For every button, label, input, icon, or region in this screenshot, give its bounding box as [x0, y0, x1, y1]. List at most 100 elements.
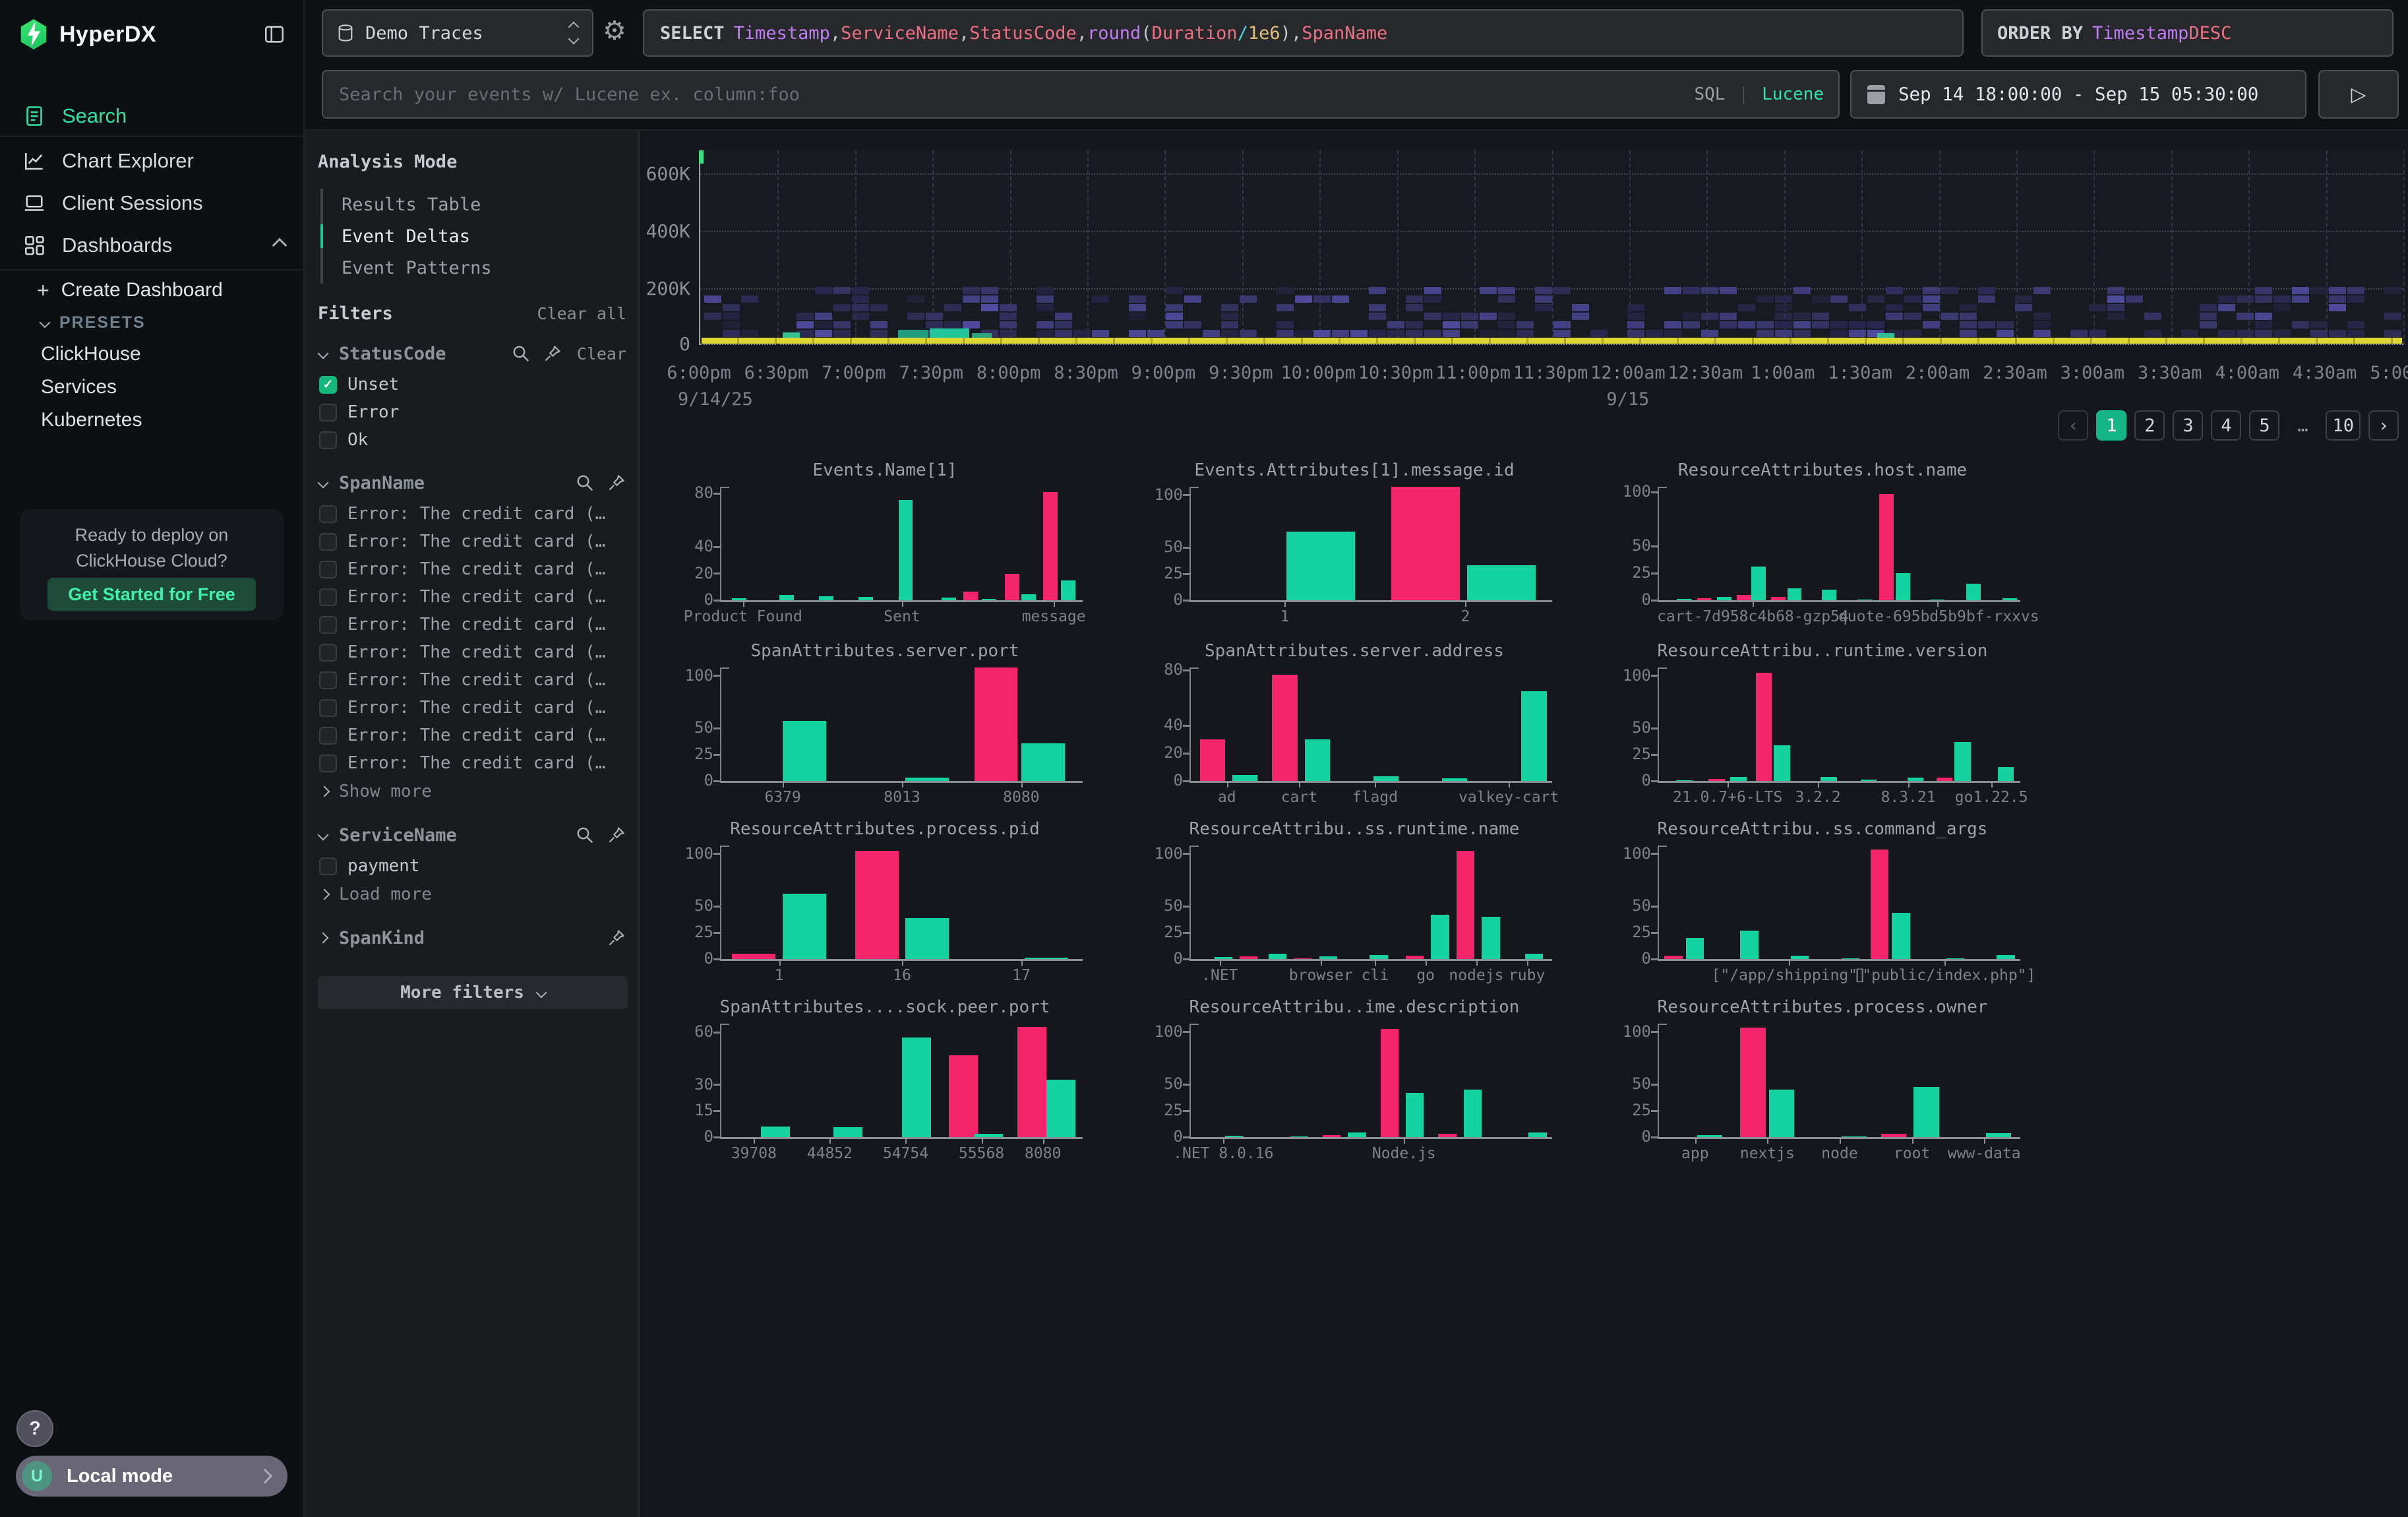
chevron-down-icon[interactable] [318, 478, 329, 489]
chart-bar [1272, 675, 1297, 782]
chart-bar [779, 595, 794, 600]
query-token: ) [1280, 23, 1291, 44]
page-button-2[interactable]: 2 [2134, 410, 2165, 441]
checkbox-unchecked[interactable] [319, 699, 337, 717]
filter-option[interactable]: ✓Unset [305, 371, 638, 398]
pin-icon[interactable] [543, 344, 562, 363]
filter-group-name[interactable]: StatusCode [339, 344, 499, 364]
filter-option[interactable]: Error: The credit card (… [305, 611, 638, 638]
chevron-down-icon[interactable] [318, 830, 329, 841]
filter-option[interactable]: Error: The credit card (… [305, 722, 638, 749]
search-icon[interactable] [511, 344, 531, 363]
heatmap-cell [1295, 330, 1312, 337]
checkbox-unchecked[interactable] [319, 857, 337, 875]
filter-option[interactable]: Error: The credit card (… [305, 638, 638, 666]
mode-toggle-sql[interactable]: SQL [1694, 84, 1725, 104]
filter-group-name[interactable]: ServiceName [339, 825, 563, 846]
sidebar-item-services[interactable]: Services [0, 371, 303, 404]
sidebar-item-search[interactable]: Search [0, 99, 303, 133]
checkbox-unchecked[interactable] [319, 616, 337, 634]
checkbox-checked[interactable]: ✓ [319, 376, 337, 394]
filter-option[interactable]: Error: The credit card (… [305, 583, 638, 611]
show-more[interactable]: Show more [305, 777, 638, 806]
analysis-mode-results-table[interactable]: Results Table [320, 189, 628, 220]
sidebar-item-dashboards[interactable]: Dashboards [0, 224, 303, 266]
presets-row[interactable]: PRESETS [0, 307, 303, 338]
search-bar: SQL | Lucene [322, 70, 1840, 119]
search-icon[interactable] [575, 473, 595, 493]
order-by-input[interactable]: ORDER BYTimestamp DESC [1981, 9, 2393, 57]
more-filters-button[interactable]: More filters [318, 976, 628, 1009]
sql-select-input[interactable]: SELECTTimestamp, ServiceName, StatusCode… [643, 9, 1964, 57]
checkbox-unchecked[interactable] [319, 533, 337, 551]
filter-group-name[interactable]: SpanKind [339, 928, 595, 948]
chart-bar [1769, 1090, 1794, 1137]
filter-group-name[interactable]: SpanName [339, 473, 563, 493]
checkbox-unchecked[interactable] [319, 588, 337, 606]
checkbox-unchecked[interactable] [319, 505, 337, 523]
user-avatar: U [22, 1461, 52, 1491]
checkbox-unchecked[interactable] [319, 404, 337, 421]
checkbox-unchecked[interactable] [319, 727, 337, 745]
page-button-3[interactable]: 3 [2173, 410, 2203, 441]
analysis-mode-event-patterns[interactable]: Event Patterns [320, 252, 628, 284]
filter-option[interactable]: Error: The credit card (… [305, 749, 638, 777]
pin-icon[interactable] [607, 825, 626, 845]
mode-toggle-lucene[interactable]: Lucene [1762, 84, 1824, 104]
checkbox-unchecked[interactable] [319, 755, 337, 772]
filter-option[interactable]: Error [305, 398, 638, 426]
page-button-10[interactable]: 10 [2326, 410, 2361, 441]
pin-icon[interactable] [607, 473, 626, 493]
filter-option[interactable]: Error: The credit card (… [305, 694, 638, 722]
sidebar-item-kubernetes[interactable]: Kubernetes [0, 404, 303, 437]
sidebar-item-create-dashboard[interactable]: +Create Dashboard [0, 273, 303, 307]
filter-option[interactable]: payment [305, 852, 638, 880]
timeline-plot[interactable] [699, 150, 2403, 345]
page-button-1[interactable]: 1 [2096, 410, 2126, 441]
page-prev-button[interactable]: ‹ [2058, 410, 2088, 441]
clear-filter[interactable]: Clear [577, 344, 626, 363]
sidebar-item-clickhouse[interactable]: ClickHouse [0, 338, 303, 371]
pin-icon[interactable] [607, 928, 626, 948]
get-started-button[interactable]: Get Started for Free [47, 578, 256, 611]
heatmap-cell [1498, 321, 1515, 328]
analysis-mode-event-deltas[interactable]: Event Deltas [320, 220, 628, 252]
filter-option[interactable]: Error: The credit card (… [305, 500, 638, 528]
page-button-5[interactable]: 5 [2249, 410, 2279, 441]
checkbox-unchecked[interactable] [319, 644, 337, 662]
page-button-4[interactable]: 4 [2211, 410, 2241, 441]
run-query-button[interactable]: ▷ [2318, 70, 2399, 119]
chart-plot: 10050250["/app/shipping"]["public/index.… [1658, 846, 2020, 961]
gear-icon[interactable]: ⚙ [603, 16, 626, 46]
checkbox-unchecked[interactable] [319, 671, 337, 689]
checkbox-unchecked[interactable] [319, 561, 337, 578]
time-range-picker[interactable]: Sep 14 18:00:00 - Sep 15 05:30:00 [1850, 70, 2306, 119]
sidebar-item-chart-explorer[interactable]: Chart Explorer [0, 140, 303, 182]
filter-option[interactable]: Ok [305, 426, 638, 454]
filter-option[interactable]: Error: The credit card (… [305, 555, 638, 583]
query-token: , [1291, 23, 1302, 44]
heatmap-cell [2384, 313, 2401, 320]
search-input[interactable] [338, 84, 1681, 106]
filter-option[interactable]: Error: The credit card (… [305, 528, 638, 555]
chevron-down-icon[interactable] [318, 348, 329, 359]
chart-y-label: 50 [1618, 718, 1651, 737]
local-mode-button[interactable]: U Local mode [16, 1456, 287, 1497]
heatmap-cell [1627, 321, 1644, 328]
sidebar-item-client-sessions[interactable]: Client Sessions [0, 182, 303, 224]
chart-title: Events.Attributes[1].message.id [1147, 460, 1561, 480]
chevron-right-icon[interactable] [318, 933, 329, 944]
show-more[interactable]: Load more [305, 880, 638, 909]
source-select[interactable]: Demo Traces [322, 9, 593, 57]
clear-all-filters[interactable]: Clear all [537, 304, 626, 323]
heatmap-cell [1720, 287, 1737, 294]
help-button[interactable]: ? [16, 1410, 53, 1447]
heatmap-cell [1424, 287, 1441, 294]
checkbox-unchecked[interactable] [319, 431, 337, 449]
search-icon[interactable] [575, 825, 595, 845]
chart-y-label: 100 [680, 666, 713, 685]
filter-option[interactable]: Error: The credit card (… [305, 666, 638, 694]
timeline-start-marker [699, 150, 704, 164]
page-next-button[interactable]: › [2368, 410, 2399, 441]
collapse-sidebar-icon[interactable] [262, 23, 286, 46]
